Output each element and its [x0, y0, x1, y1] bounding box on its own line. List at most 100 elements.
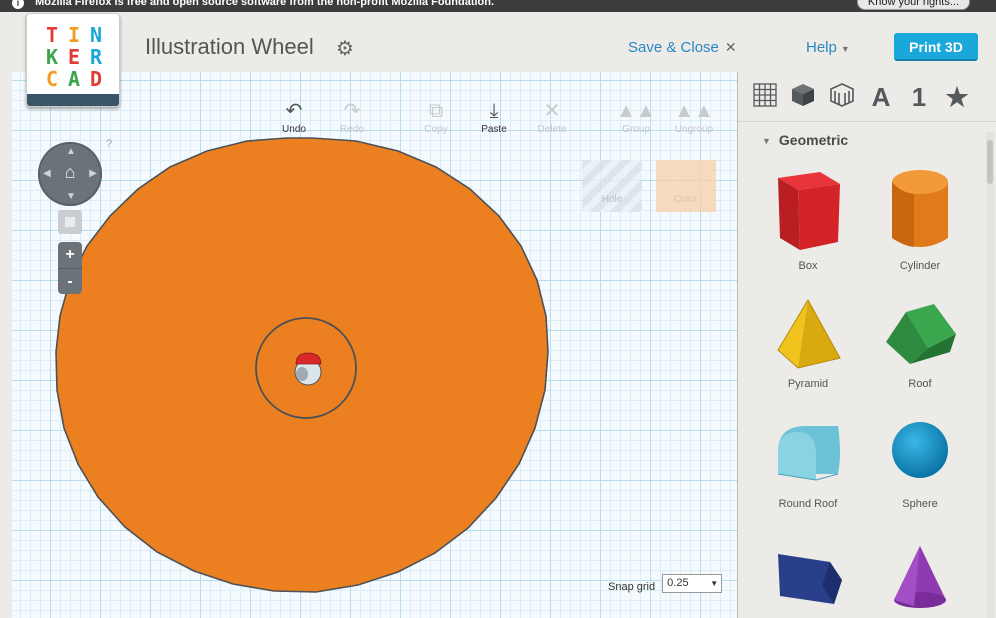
redo-button[interactable]: ↷ Redo — [327, 100, 377, 135]
shape-label: Cylinder — [899, 260, 941, 272]
copy-button[interactable]: ⧉ Copy — [411, 100, 461, 135]
save-close-button[interactable]: Save & Close ✕ — [628, 39, 737, 56]
shape-label: Box — [798, 260, 818, 272]
shape-roof[interactable]: Roof — [870, 294, 970, 390]
shape-label: Roof — [908, 378, 932, 390]
shape-box[interactable]: Box — [758, 166, 858, 272]
number-tab[interactable]: 1 — [904, 82, 934, 112]
color-button[interactable]: Color — [656, 160, 716, 212]
pan-up-icon[interactable]: ▲ — [66, 146, 76, 157]
snap-grid-value: 0.25 — [667, 577, 689, 589]
ungroup-label: Ungroup — [674, 124, 714, 135]
pyramid-shape-icon — [777, 298, 841, 369]
shape-label: Round Roof — [778, 498, 838, 510]
chevron-down-icon: ▼ — [840, 44, 850, 54]
page-title[interactable]: Illustration Wheel — [145, 34, 314, 60]
delete-button[interactable]: ✕ Delete — [527, 100, 577, 135]
shape-label: Pyramid — [787, 378, 829, 390]
design-scene — [55, 137, 549, 593]
zoom-control: + - — [58, 242, 82, 294]
close-icon: ✕ — [724, 39, 737, 55]
group-icon: ▲▲ — [616, 100, 656, 122]
box-icon[interactable] — [788, 82, 818, 112]
redo-icon: ↷ — [343, 100, 361, 122]
delete-icon: ✕ — [543, 100, 561, 122]
text-tab[interactable]: A — [866, 82, 896, 112]
home-icon[interactable]: ⌂ — [60, 162, 80, 182]
box-shape-icon — [778, 172, 840, 250]
shape-label: Sphere — [902, 498, 938, 510]
logo-bar — [27, 94, 119, 106]
header: Illustration Wheel ⚙ Save & Close ✕ Help ▼… — [0, 12, 996, 72]
logo-letter: R — [89, 45, 103, 69]
pan-down-icon[interactable]: ▼ — [66, 191, 76, 202]
notification-text: Mozilla Firefox is free and open source … — [35, 0, 495, 8]
panel-tabs: A 1 ★ — [738, 72, 996, 122]
shape-wedge[interactable] — [758, 546, 858, 618]
snap-grid-control: Snap grid 0.25 ▼ — [608, 574, 723, 593]
panel-scrollbar-thumb[interactable] — [987, 140, 993, 184]
cone-shape-icon — [894, 546, 946, 608]
shape-cylinder[interactable]: Cylinder — [870, 166, 970, 272]
redo-label: Redo — [340, 124, 364, 135]
help-menu[interactable]: Help ▼ — [806, 39, 850, 56]
gear-icon[interactable]: ⚙ — [336, 36, 354, 61]
logo-letter: A — [67, 67, 81, 91]
star-icon[interactable]: ★ — [942, 82, 972, 112]
tinkercad-logo[interactable]: TIN KER CAD — [26, 13, 120, 107]
copy-icon: ⧉ — [428, 100, 444, 122]
hole-button[interactable]: Hole — [582, 160, 642, 212]
logo-letter: E — [67, 45, 81, 69]
print-3d-button[interactable]: Print 3D — [894, 33, 978, 61]
paste-button[interactable]: ⤓ Paste — [469, 100, 519, 135]
snap-grid-label: Snap grid — [608, 581, 656, 593]
undo-icon: ↶ — [285, 100, 303, 122]
chevron-down-icon: ▼ — [710, 579, 719, 588]
help-icon[interactable]: ? — [106, 138, 112, 150]
view-navigation-control[interactable]: ▲ ▼ ◀ ▶ ⌂ — [38, 142, 102, 206]
shape-round-roof[interactable]: Round Roof — [758, 418, 858, 510]
collapse-triangle-icon: ▼ — [762, 136, 771, 146]
logo-letters: TIN KER CAD — [41, 24, 107, 90]
section-title: Geometric — [778, 132, 849, 148]
zoom-in-button[interactable]: + — [58, 242, 82, 268]
ungroup-button[interactable]: ▲▲ Ungroup — [669, 100, 719, 135]
group-button[interactable]: ▲▲ Group — [611, 100, 661, 135]
group-label: Group — [622, 124, 650, 135]
zoom-out-button[interactable]: - — [58, 268, 82, 294]
know-your-rights-button[interactable]: Know your rights... — [856, 0, 970, 10]
logo-letter: I — [67, 23, 81, 47]
logo-letter: D — [89, 67, 103, 91]
logo-letter: C — [45, 67, 59, 91]
delete-label: Delete — [537, 124, 567, 135]
fit-view-button[interactable] — [58, 210, 82, 234]
paste-label: Paste — [481, 124, 507, 135]
snap-grid-select[interactable]: 0.25 ▼ — [662, 574, 723, 593]
logo-letter: N — [89, 23, 103, 47]
geometric-section-header[interactable]: ▼ Geometric — [762, 132, 848, 148]
hole-label: Hole — [601, 194, 623, 205]
ungroup-icon: ▲▲ — [674, 100, 714, 122]
workplane[interactable]: ↶ Undo ↷ Redo ⧉ Copy ⤓ Paste ✕ Delete ▲▲… — [12, 72, 738, 618]
shapes-panel: A 1 ★ ▼ Geometric Box Cylinder Pyramid R… — [738, 72, 996, 618]
notification-bar: i Mozilla Firefox is free and open sourc… — [0, 0, 996, 12]
save-close-label: Save & Close — [628, 39, 719, 56]
info-icon: i — [12, 0, 24, 9]
paste-icon: ⤓ — [489, 100, 499, 122]
pan-right-icon[interactable]: ▶ — [89, 168, 97, 179]
wedge-shape-icon — [778, 554, 842, 604]
axle-shadow — [296, 367, 308, 381]
undo-button[interactable]: ↶ Undo — [269, 100, 319, 135]
hole-box-icon[interactable] — [827, 82, 857, 112]
roof-shape-icon — [886, 304, 956, 364]
shape-sphere[interactable]: Sphere — [870, 418, 970, 510]
shape-cone[interactable] — [870, 542, 970, 618]
shape-pyramid[interactable]: Pyramid — [758, 294, 858, 390]
panel-scrollbar[interactable] — [986, 132, 994, 618]
workplane-grid-icon[interactable] — [750, 82, 780, 112]
copy-label: Copy — [424, 124, 448, 135]
pan-left-icon[interactable]: ◀ — [43, 168, 51, 179]
round-roof-shape-icon — [777, 426, 840, 481]
help-label: Help — [806, 39, 837, 56]
sphere-shape-icon — [892, 422, 948, 478]
